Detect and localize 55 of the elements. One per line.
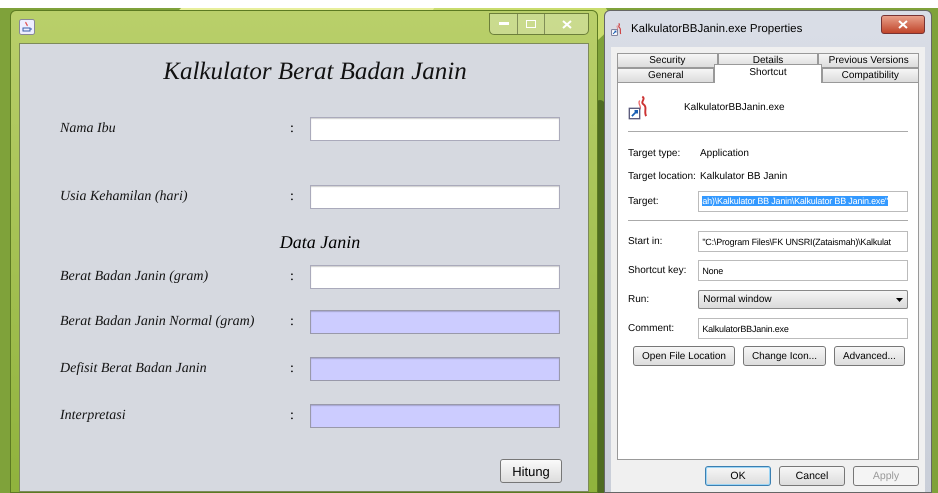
action-button[interactable]: Open File Location: [633, 346, 735, 366]
field-label: Usia Kehamilan (hari): [60, 189, 189, 205]
window-title: KalkulatorBBJanin.exe Properties: [631, 23, 804, 35]
hitung-button[interactable]: Hitung: [500, 459, 562, 483]
tab[interactable]: Previous Versions: [818, 53, 920, 68]
close-icon: [898, 20, 908, 28]
info-label: Target location:: [628, 171, 697, 182]
colon: :: [290, 314, 295, 330]
action-button[interactable]: Advanced...: [834, 346, 905, 366]
field-label: Comment:: [628, 323, 676, 334]
colon: :: [290, 360, 295, 376]
input-field[interactable]: [310, 356, 560, 380]
input-field[interactable]: [310, 404, 560, 428]
colon: :: [290, 269, 295, 285]
tab[interactable]: Security: [617, 53, 718, 68]
field-label: Shortcut key:: [628, 265, 688, 276]
field-label: Defisit Berat Badan Janin: [60, 360, 208, 376]
input-field[interactable]: [310, 185, 560, 209]
field-label: Berat Badan Janin Normal (gram): [60, 314, 256, 330]
input-field[interactable]: [310, 310, 560, 334]
input-field[interactable]: KalkulatorBBJanin.exe: [698, 318, 908, 339]
tab[interactable]: General: [617, 68, 714, 83]
info-label: Target type:: [628, 148, 682, 159]
coffee-cup-icon: [19, 19, 35, 35]
action-button[interactable]: Change Icon...: [742, 346, 826, 366]
run-dropdown[interactable]: Normal window: [698, 290, 908, 309]
field-label: Berat Badan Janin (gram): [60, 269, 210, 285]
field-label: Run:: [628, 294, 650, 305]
input-field[interactable]: "C:\Program Files\FK UNSRI(Zataismah)\Kalkulat: [698, 231, 908, 252]
caret-icon: [896, 298, 903, 302]
maximize-button[interactable]: [517, 14, 544, 34]
file-name: KalkulatorBBJanin.exe: [684, 102, 785, 112]
maximize-icon: [526, 20, 536, 28]
field-label: Start in:: [628, 236, 664, 247]
info-value: Kalkulator BB Janin: [700, 171, 788, 182]
minimize-button[interactable]: [490, 14, 517, 34]
close-icon: [562, 20, 572, 28]
field-label: Nama Ibu: [60, 121, 117, 137]
input-field[interactable]: None: [698, 260, 908, 281]
colon: :: [290, 189, 295, 205]
section-heading: Data Janin: [278, 232, 362, 252]
tab[interactable]: Compatibility: [822, 68, 919, 83]
colon: :: [290, 408, 295, 424]
info-value: Application: [700, 148, 749, 159]
input-field[interactable]: [310, 265, 560, 289]
field-label: Interpretasi: [60, 408, 127, 424]
input-field[interactable]: [310, 117, 560, 141]
colon: :: [290, 121, 295, 137]
dialog-button[interactable]: OK: [705, 466, 771, 486]
app-title: Kalkulator Berat Badan Janin: [162, 58, 468, 86]
dialog-button[interactable]: Cancel: [779, 466, 845, 486]
tab[interactable]: Shortcut: [714, 64, 822, 83]
field-label: Target:: [628, 196, 660, 206]
close-button[interactable]: [881, 14, 925, 34]
minimize-icon: [498, 22, 508, 26]
